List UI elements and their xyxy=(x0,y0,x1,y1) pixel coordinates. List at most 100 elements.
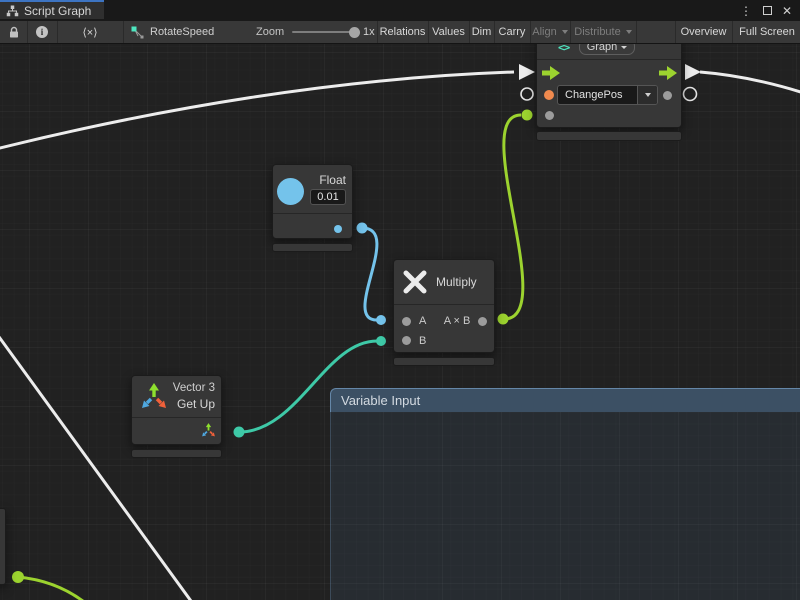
angle-brackets-x-icon: ⟨×⟩ xyxy=(82,26,97,39)
tab-title: Script Graph xyxy=(24,4,91,18)
multiply-output-label: A × B xyxy=(436,315,478,327)
full-screen-label: Full Screen xyxy=(739,26,795,38)
dropdown-caret xyxy=(637,86,657,104)
toolbar: i ⟨×⟩ RotateSpeed Zoom 1x Relations Valu… xyxy=(0,21,800,44)
chevron-down-icon xyxy=(562,30,568,34)
full-screen-button[interactable]: Full Screen xyxy=(732,21,800,43)
variable-kind-dropdown[interactable]: Graph xyxy=(579,44,635,55)
vector3-get-up-node[interactable]: Vector 3 Get Up xyxy=(131,375,222,445)
variable-name-dropdown[interactable]: ChangePos xyxy=(557,85,658,105)
window-maximize-icon[interactable] xyxy=(758,0,776,21)
multiply-header: Multiply xyxy=(394,260,494,305)
multiply-to-setvariable-wire[interactable] xyxy=(504,115,523,319)
value-output-port[interactable] xyxy=(663,91,672,100)
value-input-port[interactable] xyxy=(545,111,554,120)
multiply-input-a-label: A xyxy=(419,315,426,327)
overview-button[interactable]: Overview xyxy=(675,21,732,43)
relations-button[interactable]: Relations xyxy=(377,21,428,43)
toolbar-divider xyxy=(57,21,58,43)
variable-name-value: ChangePos xyxy=(558,86,637,104)
toolbar-divider xyxy=(123,21,124,43)
multiply-input-b-port[interactable] xyxy=(402,336,411,345)
wire-end-dot xyxy=(376,315,386,325)
graph-canvas[interactable]: Variable Input <> Graph xyxy=(0,44,800,600)
graph-breadcrumb[interactable]: RotateSpeed xyxy=(131,21,214,43)
window-menu-icon[interactable]: ⋮ xyxy=(738,0,754,21)
variable-name-port[interactable] xyxy=(544,90,554,100)
window-close-icon[interactable]: ✕ xyxy=(778,0,796,21)
multiply-footer xyxy=(393,357,495,366)
graph-hierarchy-icon xyxy=(6,5,19,17)
vector-to-multiply-wire[interactable] xyxy=(239,341,377,432)
wire-end-dot xyxy=(522,110,533,121)
code-toggle-button[interactable]: ⟨×⟩ xyxy=(57,21,123,43)
wire-end-dot xyxy=(498,314,509,325)
multiply-node[interactable]: Multiply A A × B B xyxy=(393,259,495,353)
float-footer xyxy=(272,243,353,252)
script-graph-teal-icon: <> xyxy=(558,44,569,54)
float-to-multiply-wire[interactable] xyxy=(362,228,377,320)
distribute-button[interactable]: Distribute xyxy=(570,21,636,43)
vector3-output-port-icon[interactable] xyxy=(200,422,217,438)
control-arrow-in-icon xyxy=(519,64,535,80)
overview-label: Overview xyxy=(681,26,727,38)
float-value-field[interactable]: 0.01 xyxy=(310,189,346,205)
vector3-type-label: Vector 3 xyxy=(173,382,215,394)
tab-script-graph[interactable]: Script Graph xyxy=(0,0,104,19)
multiply-input-b-label: B xyxy=(419,335,426,347)
zoom-label: Zoom xyxy=(256,21,284,43)
control-output-arrow-icon[interactable] xyxy=(659,66,678,80)
graph-name-label: RotateSpeed xyxy=(150,26,214,38)
set-variable-footer xyxy=(536,131,682,141)
wire-end-dot xyxy=(12,571,24,583)
float-output-port[interactable] xyxy=(334,225,342,233)
dim-label: Dim xyxy=(472,26,492,38)
wire-end-dot xyxy=(234,427,245,438)
zoom-slider-track[interactable] xyxy=(292,31,356,33)
control-input-arrow-icon[interactable] xyxy=(542,66,561,80)
vector3-footer xyxy=(131,449,222,458)
carry-label: Carry xyxy=(499,26,526,38)
wire-end-dot xyxy=(376,336,386,346)
control-arrow-out-icon xyxy=(685,64,701,80)
multiply-output-port[interactable] xyxy=(478,317,487,326)
float-node[interactable]: Float 0.01 xyxy=(272,164,353,239)
lock-button[interactable] xyxy=(0,21,27,43)
control-wire-diagonal[interactable] xyxy=(0,330,191,600)
vector3-icon xyxy=(138,381,170,411)
multiply-title: Multiply xyxy=(436,275,477,289)
chevron-down-icon xyxy=(621,46,627,49)
bottom-left-wire[interactable] xyxy=(18,577,96,600)
unconnected-port-right-icon[interactable] xyxy=(684,88,697,101)
dim-button[interactable]: Dim xyxy=(469,21,494,43)
wire-end-dot xyxy=(357,223,368,234)
float-header: Float 0.01 xyxy=(273,165,352,214)
info-button[interactable]: i xyxy=(27,21,57,43)
control-wire-out[interactable] xyxy=(700,72,800,93)
distribute-label: Distribute xyxy=(574,26,620,38)
set-variable-node[interactable]: <> Graph ChangePos xyxy=(536,44,682,128)
relations-label: Relations xyxy=(380,26,426,38)
multiply-x-icon xyxy=(402,269,428,295)
multiply-input-a-port[interactable] xyxy=(402,317,411,326)
unity-script-graph-window: { "colors": { "accent-blue": "#3d74c2", … xyxy=(0,0,800,600)
carry-button[interactable]: Carry xyxy=(494,21,530,43)
align-button[interactable]: Align xyxy=(530,21,570,43)
control-wire-in[interactable] xyxy=(0,72,514,150)
chevron-down-icon xyxy=(626,30,632,34)
script-graph-icon xyxy=(131,26,144,39)
chevron-down-icon xyxy=(645,93,651,97)
float-circle-icon xyxy=(277,178,304,205)
values-button[interactable]: Values xyxy=(428,21,469,43)
info-icon: i xyxy=(36,26,48,38)
float-title: Float xyxy=(319,173,346,187)
tab-bar: Script Graph ⋮ ✕ xyxy=(0,0,800,21)
unconnected-port-left-icon[interactable] xyxy=(521,88,533,100)
variable-kind-label: Graph xyxy=(587,44,618,53)
values-label: Values xyxy=(432,26,465,38)
vector3-header: Vector 3 Get Up xyxy=(132,376,221,418)
toolbar-divider xyxy=(27,21,28,43)
zoom-slider-handle[interactable] xyxy=(349,27,360,38)
offscreen-node-fragment[interactable] xyxy=(0,508,6,585)
set-variable-header: <> Graph xyxy=(537,44,681,60)
